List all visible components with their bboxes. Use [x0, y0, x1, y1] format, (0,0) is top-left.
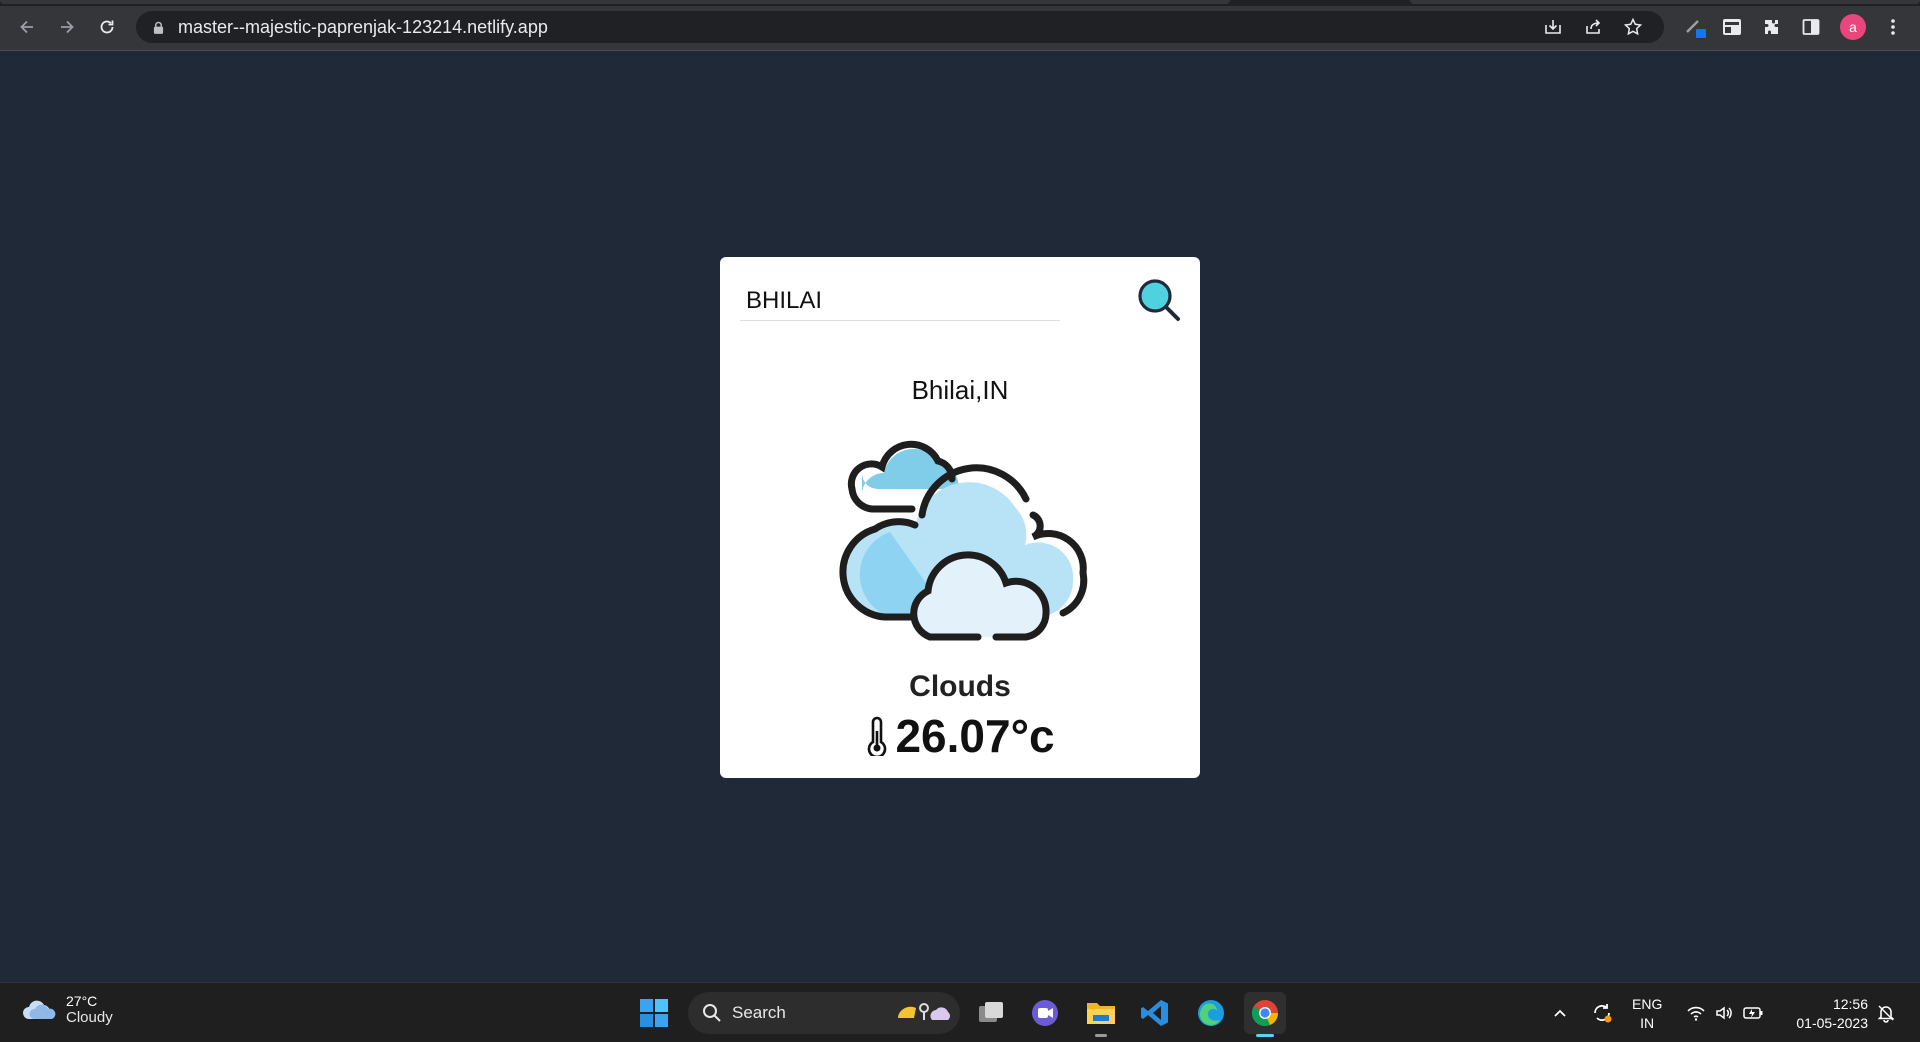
vscode-button[interactable]: [1134, 992, 1176, 1034]
search-button[interactable]: [1136, 277, 1182, 323]
start-icon: [640, 999, 668, 1027]
taskbar-search[interactable]: Search: [688, 992, 960, 1034]
install-icon[interactable]: [1540, 16, 1566, 38]
location-label: Bhilai,IN: [911, 375, 1009, 405]
language-indicator[interactable]: ENG IN: [1632, 995, 1662, 1033]
forward-button[interactable]: [53, 13, 81, 41]
clock-time: 12:56: [1832, 996, 1868, 1012]
temperature-value: 26.07°c: [895, 710, 1055, 762]
battery-icon: [1743, 1007, 1763, 1019]
edge-icon: [1198, 1000, 1224, 1026]
extensions-button[interactable]: [1758, 13, 1786, 41]
back-icon: [20, 20, 33, 34]
tray-overflow-button[interactable]: [1552, 983, 1568, 1042]
network-volume-battery[interactable]: [1686, 983, 1764, 1042]
chrome-icon: [1251, 1000, 1278, 1027]
tab-strip: [0, 0, 1920, 6]
browser-toolbar: master--majestic-paprenjak-123214.netlif…: [0, 0, 1920, 51]
share-icon[interactable]: [1580, 16, 1606, 38]
reload-button[interactable]: [93, 13, 121, 41]
lock-icon[interactable]: [150, 19, 166, 35]
file-explorer-icon: [1087, 1003, 1115, 1024]
forward-icon: [61, 20, 74, 34]
notifications-button[interactable]: [1876, 983, 1896, 1042]
tab-extension-button[interactable]: [1718, 13, 1746, 41]
pen-extension-icon: [1686, 20, 1706, 38]
reload-icon: [100, 20, 114, 34]
pen-extension-button[interactable]: [1682, 13, 1710, 41]
taskbar-weather-widget[interactable]: 27°C Cloudy: [22, 993, 113, 1026]
tab-extension-icon: [1723, 19, 1741, 35]
meet-app-button[interactable]: [1024, 992, 1066, 1034]
notification-bell-icon: [1877, 1005, 1895, 1023]
task-view-icon: [979, 1002, 1003, 1022]
sync-tray-button[interactable]: [1590, 983, 1614, 1042]
chrome-button[interactable]: [1244, 992, 1286, 1037]
start-button[interactable]: [638, 997, 670, 1029]
puzzle-icon: [1765, 20, 1778, 34]
running-indicator: [1095, 1034, 1107, 1037]
temperature-row: 26.07°c: [720, 709, 1200, 763]
clock-date: 01-05-2023: [1796, 1015, 1868, 1031]
tab[interactable]: [1410, 0, 1920, 4]
thermometer-icon: [868, 716, 887, 756]
taskbar: 27°C Cloudy Search ENG IN 12:56 01-05-20…: [0, 982, 1920, 1042]
search-highlight-icon: [898, 1003, 950, 1020]
url-text[interactable]: master--majestic-paprenjak-123214.netlif…: [178, 17, 548, 38]
clouds-icon: [839, 440, 1088, 641]
sidepanel-icon: [1802, 19, 1820, 35]
side-panel-button[interactable]: [1797, 13, 1825, 41]
region-label: IN: [1640, 1015, 1655, 1031]
meet-icon: [1032, 1000, 1058, 1026]
menu-icon: [1891, 19, 1895, 35]
address-bar[interactable]: master--majestic-paprenjak-123214.netlif…: [136, 11, 1664, 43]
system-clock[interactable]: 12:56 01-05-2023: [1782, 995, 1868, 1033]
profile-avatar[interactable]: a: [1840, 14, 1866, 40]
language-label: ENG: [1632, 996, 1663, 1012]
weather-card: Bhilai,IN Clouds 26.07°c: [720, 257, 1200, 778]
back-button[interactable]: [13, 13, 41, 41]
star-icon[interactable]: [1620, 16, 1646, 38]
file-explorer-button[interactable]: [1080, 992, 1122, 1037]
active-indicator: [1256, 1034, 1274, 1037]
weather-condition: Clouds: [909, 670, 1011, 703]
taskbar-weather-desc: Cloudy: [66, 1009, 113, 1026]
vscode-icon: [1141, 1000, 1168, 1026]
search-icon: [1138, 279, 1180, 321]
edge-button[interactable]: [1190, 992, 1232, 1034]
city-search-input[interactable]: [740, 281, 1060, 321]
search-icon: [703, 1004, 721, 1022]
taskbar-weather-temp: 27°C: [66, 993, 98, 1009]
wifi-icon: [1687, 1006, 1705, 1021]
volume-icon: [1716, 1006, 1732, 1020]
tab[interactable]: [0, 0, 1230, 4]
task-view-button[interactable]: [970, 992, 1012, 1034]
taskbar-search-label: Search: [732, 1003, 786, 1022]
chevron-up-icon: [1554, 1009, 1566, 1017]
sync-icon: [1594, 1004, 1612, 1023]
cloudy-icon: [23, 1000, 56, 1019]
browser-menu-button[interactable]: [1879, 13, 1907, 41]
